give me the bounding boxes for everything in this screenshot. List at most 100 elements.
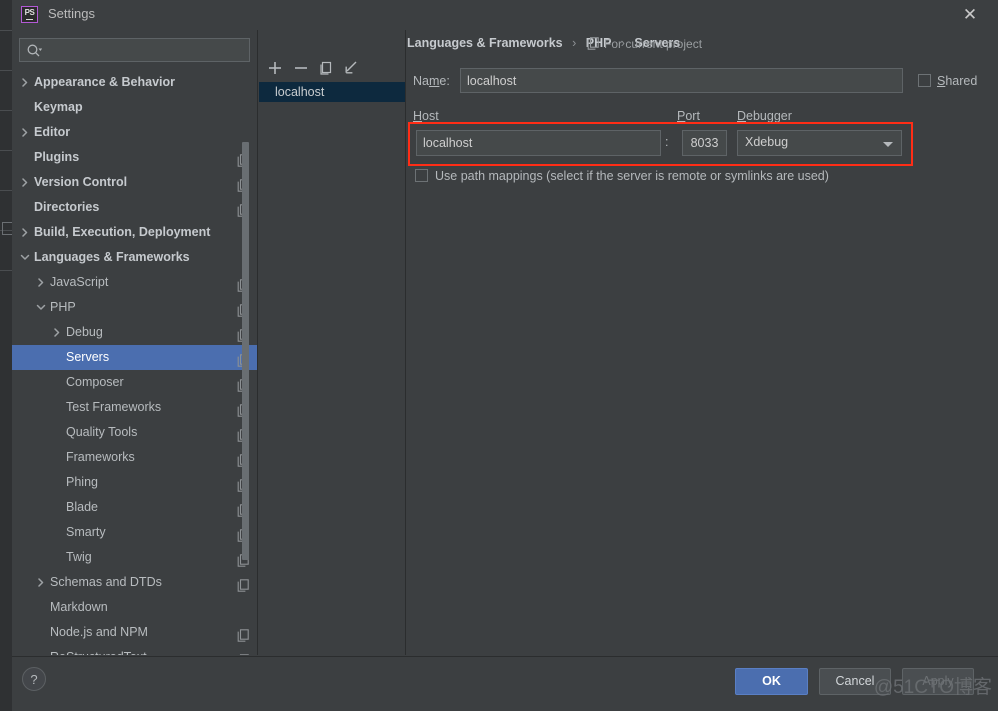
settings-dialog: PS Settings ✕ Appearance & Behavior Keyma… xyxy=(0,0,998,711)
ok-button[interactable]: OK xyxy=(735,668,808,695)
sidebar-item-label: Markdown xyxy=(50,600,108,614)
sidebar-scrollbar-thumb[interactable] xyxy=(242,142,249,560)
sidebar-item-servers[interactable]: Servers xyxy=(12,345,257,370)
sidebar-item-twig[interactable]: Twig xyxy=(12,545,257,570)
chevron-right-icon[interactable] xyxy=(34,570,48,595)
sidebar-scrollbar-track[interactable] xyxy=(242,70,253,655)
chevron-down-icon xyxy=(883,142,893,147)
chevron-right-icon[interactable] xyxy=(18,120,32,145)
sidebar-item-label: ReStructuredText xyxy=(50,645,147,655)
name-label: Name: xyxy=(413,74,450,88)
sidebar-item-label: Servers xyxy=(66,350,110,364)
sidebar-item-label: Keymap xyxy=(34,100,83,114)
sidebar-item-build-execution-deployment[interactable]: Build, Execution, Deployment xyxy=(12,220,257,245)
debugger-label: Debugger xyxy=(737,109,792,123)
remove-server-button[interactable] xyxy=(291,58,311,78)
sidebar-item-languages-frameworks[interactable]: Languages & Frameworks xyxy=(12,245,257,270)
sidebar-item-javascript[interactable]: JavaScript xyxy=(12,270,257,295)
sidebar-item-plugins[interactable]: Plugins xyxy=(12,145,257,170)
use-path-mappings-label: Use path mappings (select if the server … xyxy=(435,169,829,183)
close-icon[interactable]: ✕ xyxy=(960,5,980,25)
chevron-right-icon[interactable] xyxy=(50,320,64,345)
sidebar-item-label: Directories xyxy=(34,200,100,214)
dialog-footer: ? OK Cancel Apply xyxy=(12,656,998,711)
sidebar-item-editor[interactable]: Editor xyxy=(12,120,257,145)
add-server-button[interactable] xyxy=(265,58,285,78)
debugger-select-value: Xdebug xyxy=(745,135,789,149)
sidebar-item-label: JavaScript xyxy=(50,275,109,289)
sidebar-item-label: Appearance & Behavior xyxy=(34,75,176,89)
sidebar-item-quality-tools[interactable]: Quality Tools xyxy=(12,420,257,445)
sidebar-item-label: Quality Tools xyxy=(66,425,138,439)
sidebar-item-composer[interactable]: Composer xyxy=(12,370,257,395)
name-input[interactable] xyxy=(460,68,903,93)
sidebar-item-directories[interactable]: Directories xyxy=(12,195,257,220)
sidebar-item-label: PHP xyxy=(50,300,76,314)
sidebar-item-php[interactable]: PHP xyxy=(12,295,257,320)
sidebar-item-label: Languages & Frameworks xyxy=(34,250,190,264)
sidebar-item-label: Phing xyxy=(66,475,98,489)
settings-tree: Appearance & Behavior Keymap Editor Plugins… xyxy=(12,70,257,655)
sidebar-item-keymap[interactable]: Keymap xyxy=(12,95,257,120)
chevron-right-icon[interactable] xyxy=(18,170,32,195)
copy-server-button[interactable] xyxy=(316,58,336,78)
sidebar-item-schemas-and-dtds[interactable]: Schemas and DTDs xyxy=(12,570,257,595)
port-label: Port xyxy=(677,109,700,123)
project-scope-text: For current project xyxy=(604,37,703,51)
sidebar-item-label: Build, Execution, Deployment xyxy=(34,225,211,239)
sidebar-item-label: Schemas and DTDs xyxy=(50,575,162,589)
sidebar-item-appearance-behavior[interactable]: Appearance & Behavior xyxy=(12,70,257,95)
servers-toolbar xyxy=(259,55,405,81)
phpstorm-icon: PS xyxy=(21,6,38,23)
sidebar-item-label: Node.js and NPM xyxy=(50,625,148,639)
sidebar-item-label: Plugins xyxy=(34,150,80,164)
project-scope-icon xyxy=(587,37,599,53)
window-title: Settings xyxy=(48,6,95,21)
debugger-select[interactable]: Xdebug xyxy=(737,130,902,156)
sidebar-item-label: Test Frameworks xyxy=(66,400,162,414)
host-input[interactable] xyxy=(416,130,661,156)
cancel-button[interactable]: Cancel xyxy=(819,668,891,695)
sidebar-item-label: Composer xyxy=(66,375,124,389)
sidebar-item-blade[interactable]: Blade xyxy=(12,495,257,520)
breadcrumb-part-1[interactable]: Languages & Frameworks xyxy=(407,36,563,50)
chevron-right-icon[interactable] xyxy=(18,70,32,95)
sidebar-item-restructuredtext[interactable]: ReStructuredText xyxy=(12,645,257,655)
sidebar-item-version-control[interactable]: Version Control xyxy=(12,170,257,195)
sidebar-item-label: Frameworks xyxy=(66,450,135,464)
use-path-mappings-checkbox[interactable] xyxy=(415,169,428,182)
shared-label: Shared xyxy=(937,74,978,88)
apply-button: Apply xyxy=(902,668,974,695)
sidebar-item-label: Smarty xyxy=(66,525,106,539)
background-window-edge xyxy=(0,0,13,711)
import-server-button[interactable] xyxy=(341,58,361,78)
sidebar-item-label: Debug xyxy=(66,325,103,339)
sidebar-item-frameworks[interactable]: Frameworks xyxy=(12,445,257,470)
servers-list-panel: localhost xyxy=(259,30,406,655)
sidebar-item-label: Twig xyxy=(66,550,92,564)
host-port-colon: : xyxy=(665,135,669,149)
help-icon[interactable]: ? xyxy=(22,667,46,691)
chevron-down-icon[interactable] xyxy=(34,295,48,320)
sidebar-item-markdown[interactable]: Markdown xyxy=(12,595,257,620)
sidebar-item-smarty[interactable]: Smarty xyxy=(12,520,257,545)
port-input[interactable] xyxy=(682,130,727,156)
sidebar-item-label: Version Control xyxy=(34,175,128,189)
chevron-right-icon[interactable] xyxy=(34,270,48,295)
chevron-right-icon[interactable] xyxy=(18,220,32,245)
list-item[interactable]: localhost xyxy=(259,82,405,102)
project-scope-label: For current project xyxy=(587,37,702,53)
host-label: Host xyxy=(413,109,439,123)
sidebar-item-label: Editor xyxy=(34,125,71,139)
sidebar-item-phing[interactable]: Phing xyxy=(12,470,257,495)
sidebar-item-node-js-and-npm[interactable]: Node.js and NPM xyxy=(12,620,257,645)
shared-checkbox[interactable] xyxy=(918,74,931,87)
search-input[interactable] xyxy=(46,41,248,61)
chevron-down-icon[interactable] xyxy=(18,245,32,270)
sidebar-item-label: Blade xyxy=(66,500,98,514)
title-bar: PS Settings ✕ xyxy=(12,0,998,30)
search-icon xyxy=(26,43,43,59)
sidebar-item-test-frameworks[interactable]: Test Frameworks xyxy=(12,395,257,420)
search-box[interactable] xyxy=(19,38,250,62)
sidebar-item-debug[interactable]: Debug xyxy=(12,320,257,345)
